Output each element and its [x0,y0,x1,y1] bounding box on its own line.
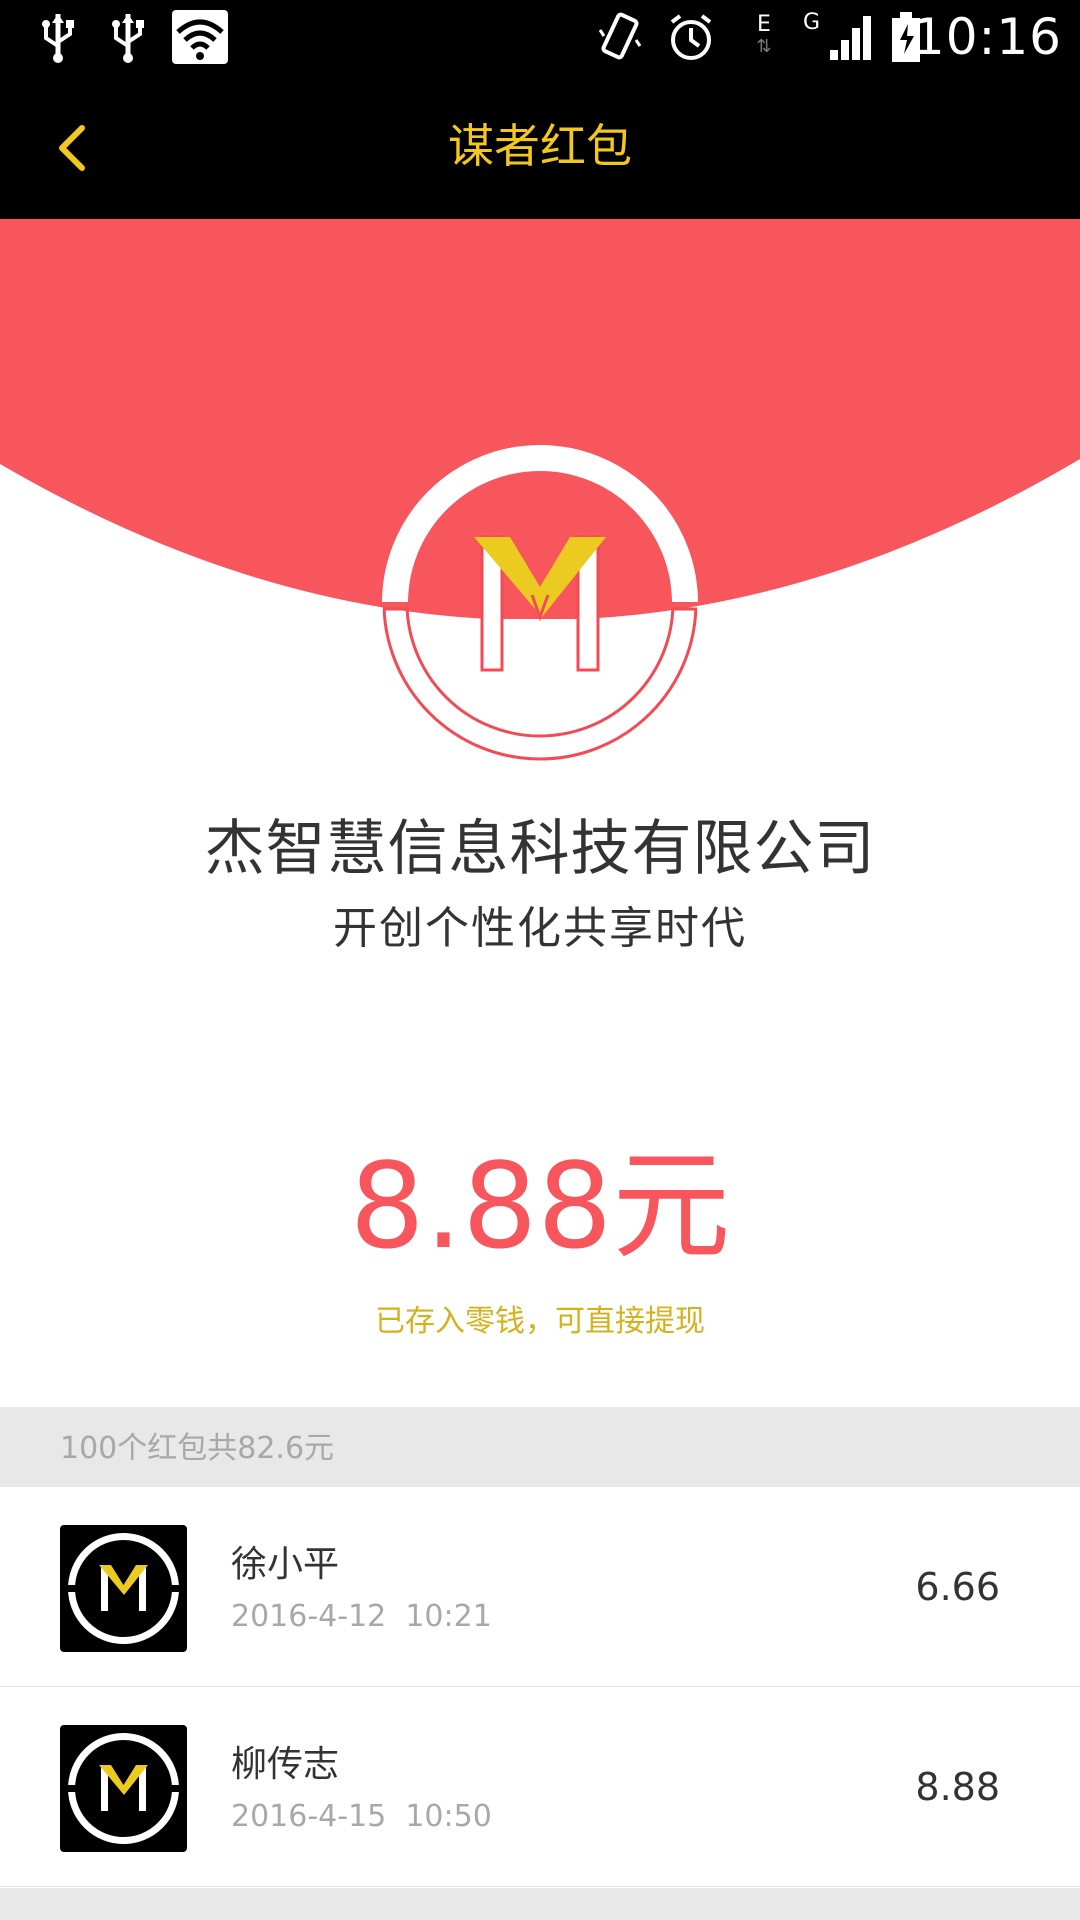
list-footer [0,1888,1080,1920]
network-type-label: E [757,12,771,37]
record-list: 徐小平 2016-4-12 10:21 6.66 柳传志 2016-4-15 1… [0,1487,1080,1887]
status-time: 10:16 [912,8,1062,66]
nav-bar: 谋者红包 [0,74,1080,219]
record-amount: 8.88 [915,1765,1000,1809]
usb-icon [42,14,74,63]
record-name: 徐小平 [231,1544,340,1585]
record-name: 柳传志 [231,1744,340,1785]
list-item[interactable]: 柳传志 2016-4-15 10:50 8.88 [0,1687,1080,1887]
avatar [60,1525,187,1652]
record-time: 2016-4-15 10:50 [231,1799,492,1834]
avatar [60,1725,187,1852]
deposit-note: 已存入零钱，可直接提现 [375,1304,705,1339]
list-item[interactable]: 徐小平 2016-4-12 10:21 6.66 [0,1487,1080,1687]
network-type-label: G [803,10,821,35]
summary-bar: 100个红包共82.6元 [0,1407,1080,1487]
summary-text: 100个红包共82.6元 [60,1431,335,1466]
company-name: 杰智慧信息科技有限公司 [204,814,876,884]
usb-icon [112,14,144,63]
company-logo [382,445,698,761]
edge-data-icon: E ⇅ [756,12,772,57]
vibrate-icon [598,12,642,60]
record-time: 2016-4-12 10:21 [231,1599,492,1634]
company-slogan: 开创个性化共享时代 [333,903,747,954]
red-envelope-amount: 8.88元 [349,1137,731,1275]
record-amount: 6.66 [915,1565,1000,1609]
wifi-icon [172,10,228,64]
page-title: 谋者红包 [448,119,632,173]
signal-icon [830,16,871,60]
alarm-icon [670,14,712,60]
status-bar: E ⇅ G 10:16 [0,0,1080,74]
